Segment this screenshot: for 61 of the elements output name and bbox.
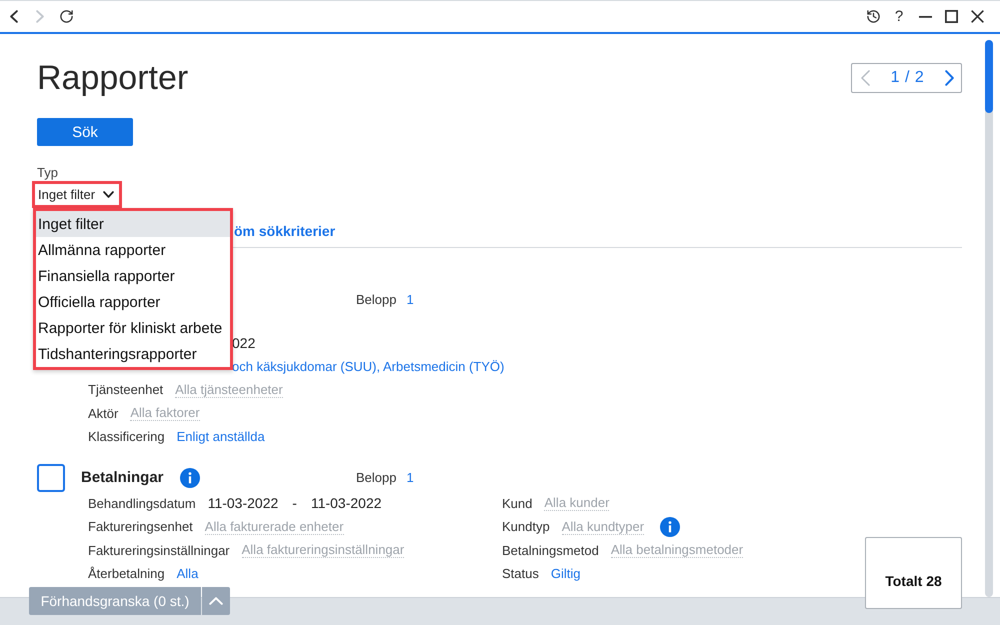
link[interactable]: Enligt anställda: [176, 429, 265, 444]
scrollbar-thumb[interactable]: [985, 40, 993, 113]
filter-link[interactable]: Alla faktorer: [130, 405, 200, 422]
field-label: Återbetalning: [88, 566, 165, 582]
field-label: Status: [502, 566, 539, 582]
link[interactable]: Alla: [176, 566, 198, 582]
menu-item[interactable]: Inget filter: [36, 211, 230, 237]
chevron-left-icon: [10, 10, 18, 23]
refresh-icon: [58, 9, 74, 24]
date-value[interactable]: 11-03-2022: [208, 495, 278, 512]
menu-item[interactable]: Tidshanteringsrapporter: [36, 341, 230, 367]
range-separator: -: [292, 495, 297, 512]
help-button[interactable]: ?: [889, 6, 909, 26]
field-label: Kund: [502, 496, 532, 511]
field-label: Tjänsteenhet: [88, 382, 164, 398]
chevron-right-icon: [944, 70, 954, 86]
chevron-left-icon: [861, 70, 870, 86]
menu-item[interactable]: Allmänna rapporter: [36, 237, 230, 263]
info-icon[interactable]: [180, 468, 200, 488]
square-icon: [944, 10, 958, 23]
section-title: Betalningar: [81, 469, 164, 486]
checkbox[interactable]: [37, 464, 65, 492]
chevron-up-icon: [209, 597, 223, 605]
amount-value: 1: [406, 470, 414, 485]
filter-link[interactable]: Alla betalningsmetoder: [610, 542, 744, 558]
search-button[interactable]: Sök: [37, 118, 133, 146]
minus-icon: [918, 16, 932, 18]
menu-item[interactable]: Officiella rapporter: [36, 289, 230, 315]
field-label: Behandlingsdatum: [88, 496, 196, 511]
field-label: Kundtyp: [502, 519, 550, 534]
filter-label: Typ: [37, 165, 58, 181]
field-label: Betalningsmetod: [502, 542, 599, 558]
field-label: Faktureringsenhet: [88, 519, 193, 534]
date-value[interactable]: 11-03-2022: [310, 495, 382, 512]
menu-item[interactable]: Finansiella rapporter: [36, 263, 230, 289]
field-label: Klassificering: [88, 429, 165, 444]
page-indicator: 1 / 2: [890, 69, 924, 87]
next-page-button[interactable]: [944, 70, 954, 86]
history-icon: [866, 9, 880, 24]
filter-link[interactable]: Alla kunder: [544, 495, 610, 512]
menu-item[interactable]: Rapporter för kliniskt arbete: [36, 315, 230, 341]
page-title: Rapporter: [37, 58, 188, 98]
filter-link[interactable]: Alla kundtyper: [562, 518, 644, 535]
clear-criteria-link[interactable]: öm sökkriterier: [234, 223, 336, 239]
amount-value: 1: [406, 292, 414, 306]
field-label: Aktör: [88, 406, 118, 421]
filter-link[interactable]: Alla tjänsteenheter: [175, 382, 283, 398]
total-card: Totalt 28: [865, 537, 962, 609]
link[interactable]: och käksjukdomar (SUU), Arbetsmedicin (TYÖ): [232, 358, 504, 374]
field-value: 022: [232, 334, 256, 351]
chevron-right-icon: [36, 10, 44, 23]
chevron-down-icon: [103, 191, 114, 198]
filter-link[interactable]: Alla fakturerade enheter: [204, 518, 344, 535]
amount-label: Belopp: [356, 292, 396, 306]
amount-label: Belopp: [356, 470, 396, 485]
scrollbar[interactable]: [985, 40, 993, 597]
info-icon[interactable]: [660, 516, 680, 537]
link[interactable]: Giltig: [550, 566, 580, 582]
close-icon: [970, 10, 984, 23]
filter-link[interactable]: Alla faktureringsinställningar: [242, 542, 404, 558]
field-label: Faktureringsinställningar: [88, 542, 230, 558]
